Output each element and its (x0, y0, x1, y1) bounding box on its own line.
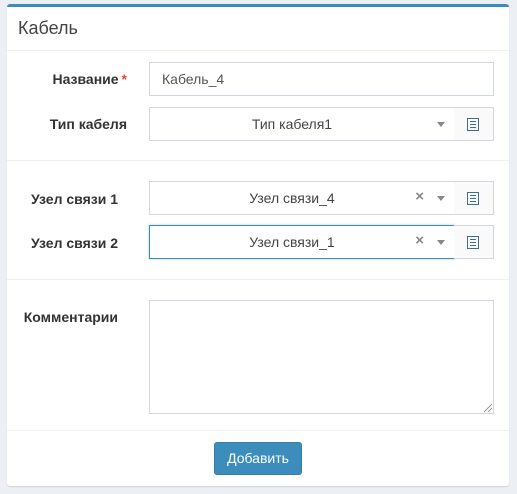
cable-type-dictionary-button[interactable] (454, 107, 494, 141)
node2-select[interactable]: Узел связи_1 × (149, 225, 455, 259)
chevron-down-icon[interactable] (437, 240, 445, 245)
node2-dictionary-button[interactable] (454, 225, 494, 259)
page-title: Кабель (18, 18, 78, 38)
cable-form-panel: Кабель Название * Кабель_4 Тип кабеля Тип… (7, 4, 509, 486)
node1-select[interactable]: Узел связи_4 × (149, 181, 455, 215)
chevron-down-icon[interactable] (437, 196, 445, 201)
name-label-text: Название (52, 71, 119, 87)
cable-type-label: Тип кабеля (49, 116, 127, 132)
cable-type-value: Тип кабеля1 (251, 116, 333, 132)
comments-label: Комментарии (23, 309, 118, 325)
node2-value: Узел связи_1 (249, 234, 335, 250)
chevron-down-icon[interactable] (437, 122, 445, 127)
name-input-value: Кабель_4 (162, 71, 225, 87)
list-icon (467, 192, 479, 205)
resize-handle[interactable] (484, 404, 492, 412)
node1-label: Узел связи 1 (31, 191, 118, 207)
section-divider (7, 160, 509, 161)
panel-header: Кабель (7, 7, 509, 51)
add-button[interactable]: Добавить (214, 442, 302, 475)
node2-label: Узел связи 2 (31, 235, 118, 251)
node1-value: Узел связи_4 (249, 190, 335, 206)
comments-textarea[interactable] (149, 300, 494, 414)
node1-dictionary-button[interactable] (454, 181, 494, 215)
list-icon (467, 118, 479, 131)
panel-footer: Добавить (7, 430, 509, 486)
cable-type-select[interactable]: Тип кабеля1 (149, 107, 455, 141)
close-icon[interactable]: × (415, 188, 424, 206)
close-icon[interactable]: × (415, 232, 424, 250)
required-mark: * (121, 71, 127, 87)
section-divider (7, 279, 509, 280)
list-icon (467, 236, 479, 249)
name-label: Название * (7, 71, 127, 87)
name-input[interactable]: Кабель_4 (149, 62, 494, 96)
